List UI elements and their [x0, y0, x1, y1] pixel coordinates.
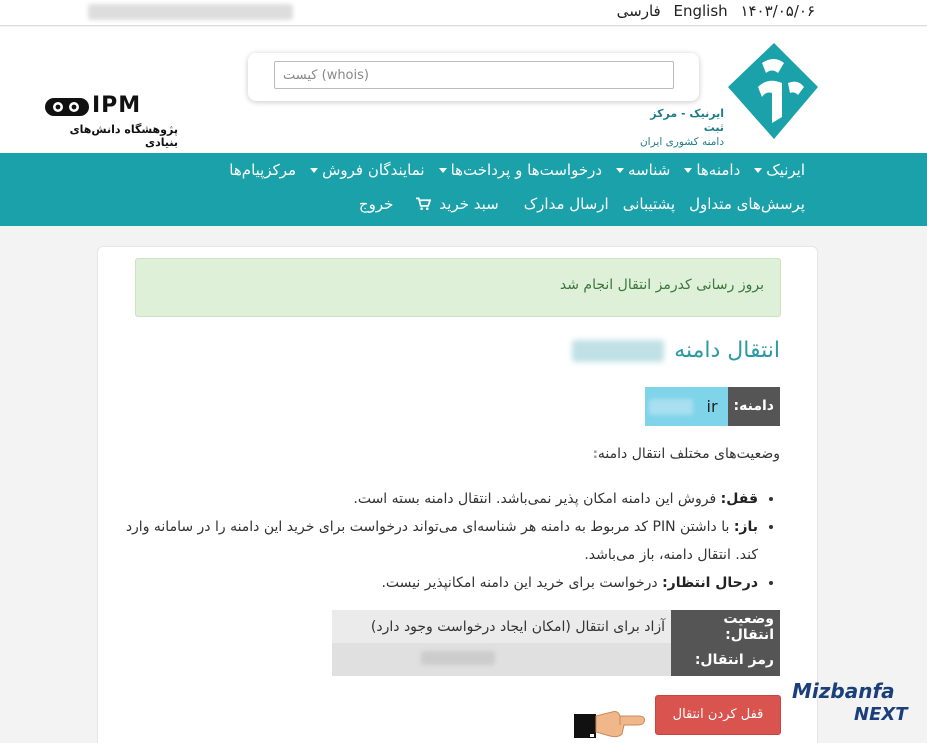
states-heading: وضعیت‌های مختلف انتقال دامنه: [593, 446, 780, 462]
transfer-states-list: قفل: فروش این دامنه امکان پذیر نمی‌باشد.… [120, 485, 780, 597]
nav-label: دامنه‌ها [696, 161, 741, 179]
whois-search-box [248, 53, 699, 101]
domain-suffix: ir [706, 397, 718, 416]
transfer-status-table: وضعیت انتقال: آزاد برای انتقال (امکان ای… [332, 610, 780, 676]
blurred-password [421, 650, 495, 665]
main-navigation: ایرنیک دامنه‌ها شناسه درخواست‌ها و پرداخ… [0, 153, 927, 226]
watermark-brand: Mizbanfa [792, 679, 895, 703]
irnic-name: ایرنیک [689, 107, 724, 120]
domain-label: دامنه: [727, 387, 780, 426]
nav-label: خروج [358, 195, 394, 213]
nav-item-requests-payments[interactable]: درخواست‌ها و پرداخت‌ها [432, 159, 609, 181]
nav-row-primary: ایرنیک دامنه‌ها شناسه درخواست‌ها و پرداخ… [222, 159, 812, 181]
state-term: درحال انتظار: [662, 575, 758, 591]
nav-item-send-documents[interactable]: ارسال مدارک [517, 193, 616, 215]
cart-icon [416, 197, 432, 210]
domain-transfer-card: بروز رسانی کدرمز انتقال انجام شد انتقال … [97, 246, 818, 743]
caret-down-icon [310, 167, 319, 173]
nav-item-resellers[interactable]: نمایندگان فروش [303, 159, 432, 181]
nav-label: سبد خرید [439, 195, 499, 213]
ipm-caption: پژوهشگاه دانش‌های بنیادی [69, 123, 178, 149]
list-item: درحال انتظار: درخواست برای خرید این دامن… [120, 569, 758, 597]
domain-info: دامنه: ir [644, 387, 780, 426]
domain-value: ir [644, 387, 728, 426]
nav-label: پشتیبانی [622, 195, 676, 213]
nav-item-support[interactable]: پشتیبانی [616, 193, 682, 215]
nav-label: ارسال مدارک [523, 195, 609, 213]
nav-label: مرکزپیام‌ها [229, 161, 297, 179]
irnic-subtitle-line2: دامنه کشوری ایران [639, 136, 724, 148]
caret-down-icon [754, 167, 763, 173]
state-desc: با داشتن PIN کد مربوط به دامنه هر شناسه‌… [125, 519, 758, 563]
ipm-logo[interactable]: IPM [44, 93, 146, 119]
language-en-link[interactable]: English [673, 2, 727, 20]
nav-item-domains[interactable]: دامنه‌ها [677, 159, 747, 181]
top-bar: فارسی English ۱۴۰۳/۰۵/۰۶ [0, 0, 927, 26]
current-date: ۱۴۰۳/۰۵/۰۶ [740, 2, 815, 20]
caret-down-icon [438, 167, 447, 173]
site-header: ایرنیک - مرکز ثبت دامنه کشوری ایران IPM … [0, 27, 927, 153]
language-fa-link[interactable]: فارسی [617, 2, 661, 20]
language-date-bar: فارسی English ۱۴۰۳/۰۵/۰۶ [609, 2, 815, 20]
transfer-status-label: وضعیت انتقال: [671, 610, 780, 643]
ipm-logo-icon [45, 98, 89, 116]
irnic-logo-text: ایرنیک - مرکز ثبت دامنه کشوری ایران [628, 107, 724, 149]
lock-transfer-button[interactable]: قفل کردن انتقال [655, 695, 781, 735]
nav-item-message-center[interactable]: مرکزپیام‌ها [222, 159, 303, 181]
state-desc: درخواست برای خرید این دامنه امکانپذیر نی… [381, 575, 663, 591]
nav-item-handle[interactable]: شناسه [609, 159, 677, 181]
table-row: رمز انتقال: [332, 643, 780, 676]
caret-down-icon [616, 167, 625, 173]
state-term: قفل: [720, 491, 758, 507]
watermark-sub: NEXT [854, 704, 909, 724]
table-row: وضعیت انتقال: آزاد برای انتقال (امکان ای… [332, 610, 780, 643]
page-title: انتقال دامنه [572, 338, 780, 363]
state-desc: فروش این دامنه امکان پذیر نمی‌باشد. انتق… [353, 491, 721, 507]
state-term: باز: [733, 519, 758, 535]
success-alert: بروز رسانی کدرمز انتقال انجام شد [135, 258, 781, 317]
nav-label: درخواست‌ها و پرداخت‌ها [450, 161, 603, 179]
list-item: باز: با داشتن PIN کد مربوط به دامنه هر ش… [120, 513, 758, 569]
nav-item-irnic[interactable]: ایرنیک [747, 159, 812, 181]
list-item: قفل: فروش این دامنه امکان پذیر نمی‌باشد.… [120, 485, 758, 513]
ipm-wordmark: IPM [92, 93, 142, 118]
nav-item-logout[interactable]: خروج [352, 193, 409, 215]
page-title-text: انتقال دامنه [674, 338, 780, 363]
nav-label: نمایندگان فروش [322, 161, 425, 179]
pointing-hand-icon [574, 711, 645, 738]
nav-row-secondary: پرسش‌های متداول پشتیبانی ارسال مدارک سبد… [352, 193, 812, 215]
blurred-domain-name [572, 340, 665, 362]
blurred-account-info [88, 4, 293, 20]
states-heading-text: وضعیت‌های مختلف انتقال دامنه [597, 446, 780, 462]
irnic-logo-icon[interactable] [728, 43, 818, 139]
transfer-password-value [332, 643, 671, 676]
transfer-status-value: آزاد برای انتقال (امکان ایجاد درخواست وج… [332, 610, 671, 643]
mizbanfa-watermark-logo: Mizbanfa NEXT [792, 679, 909, 724]
blurred-domain-part [648, 399, 693, 415]
transfer-password-label: رمز انتقال: [671, 643, 780, 676]
nav-label: پرسش‌های متداول [689, 195, 805, 213]
nav-item-cart[interactable]: سبد خرید [409, 193, 516, 215]
caret-down-icon [684, 167, 693, 173]
nav-label: ایرنیک [766, 161, 805, 179]
whois-search-input[interactable] [274, 61, 674, 89]
nav-label: شناسه [628, 161, 671, 179]
nav-item-faq[interactable]: پرسش‌های متداول [682, 193, 812, 215]
